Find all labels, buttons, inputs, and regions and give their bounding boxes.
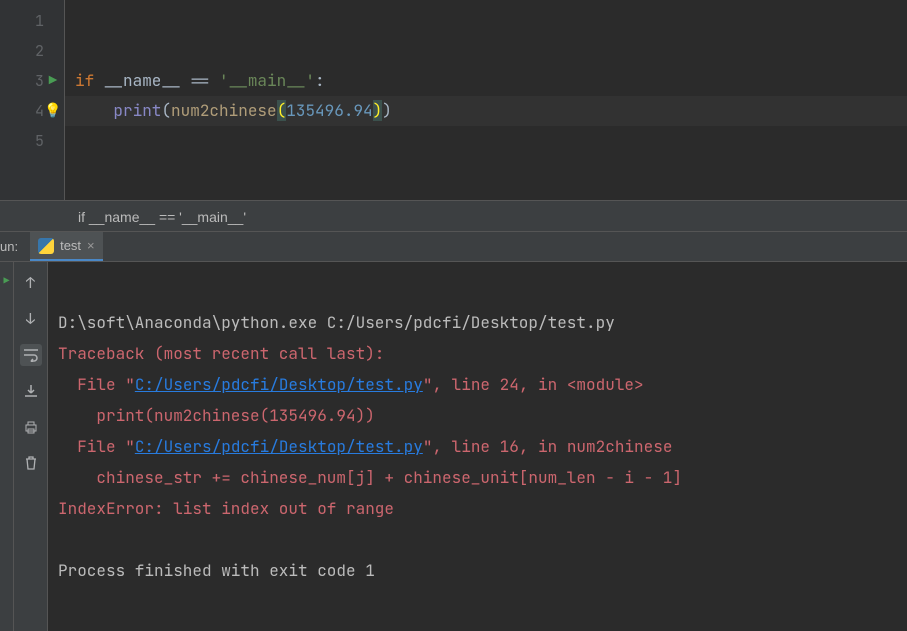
run-toolbar: ↑ ↓: [14, 262, 48, 631]
paren: (: [161, 100, 171, 121]
code-editor[interactable]: if __name__ == '__main__': print(num2chi…: [64, 0, 907, 200]
run-panel-body: ▶ ↑ ↓ D:\soft\Anaconda\python.exe C:/Use…: [0, 262, 907, 631]
run-tab[interactable]: test ×: [30, 232, 103, 261]
console-error-line: Traceback (most recent call last):: [58, 343, 384, 364]
editor-gutter: 1 2 3 4 5 ▶ 💡: [0, 0, 64, 200]
code-indent: [75, 100, 113, 121]
gutter-icons: ▶ 💡: [44, 6, 62, 126]
down-stack-button[interactable]: ↓: [20, 308, 42, 330]
file-link[interactable]: C:/Users/pdcfi/Desktop/test.py: [135, 436, 423, 457]
console-error-line: File ": [58, 436, 135, 457]
intention-bulb-icon[interactable]: 💡: [44, 96, 62, 126]
run-tab-label: test: [60, 238, 81, 253]
paren: ): [382, 100, 392, 121]
python-file-icon: [38, 238, 54, 254]
line-number: 4: [0, 96, 44, 126]
code-text: __name__: [94, 70, 190, 91]
file-link[interactable]: C:/Users/pdcfi/Desktop/test.py: [135, 374, 423, 395]
up-stack-button[interactable]: ↑: [20, 272, 42, 294]
console-error-line: IndexError: list index out of range: [58, 498, 394, 519]
close-tab-icon[interactable]: ×: [87, 238, 95, 253]
matched-paren-open: (: [277, 100, 287, 121]
function-call: num2chinese: [171, 100, 277, 121]
line-number: 2: [0, 36, 44, 66]
console-line: Process finished with exit code 1: [58, 560, 375, 581]
run-tool-window: un: test × ▶ ↑ ↓ D:\soft\Anaco: [0, 232, 907, 631]
code-line: [75, 6, 907, 36]
print-button[interactable]: [20, 416, 42, 438]
code-line: if __name__ == '__main__':: [75, 66, 907, 96]
matched-paren-close: ): [373, 100, 383, 121]
run-gutter-icon[interactable]: ▶: [44, 66, 62, 96]
console-output[interactable]: D:\soft\Anaconda\python.exe C:/Users/pdc…: [48, 262, 907, 631]
console-error-line: print(num2chinese(135496.94)): [58, 405, 375, 426]
number-literal: 135496.94: [286, 100, 372, 121]
console-line: D:\soft\Anaconda\python.exe C:/Users/pdc…: [58, 312, 615, 333]
code-line: [75, 36, 907, 66]
line-number: 3: [0, 66, 44, 96]
soft-wrap-button[interactable]: [20, 344, 42, 366]
rerun-indicator-icon[interactable]: ▶: [4, 274, 10, 287]
run-title: un:: [0, 239, 30, 254]
code-line: print(num2chinese(135496.94)): [75, 96, 907, 126]
line-number: 1: [0, 6, 44, 36]
scroll-to-end-button[interactable]: [20, 380, 42, 402]
clear-all-button[interactable]: [20, 452, 42, 474]
string-literal: '__main__': [219, 70, 315, 91]
gutter-spacer: [44, 36, 62, 66]
console-error-line: ", line 16, in num2chinese: [423, 436, 673, 457]
run-left-strip: ▶: [0, 262, 14, 631]
code-text: ==: [190, 70, 219, 91]
code-text: :: [315, 70, 325, 91]
console-error-line: ", line 24, in <module>: [423, 374, 644, 395]
console-error-line: File ": [58, 374, 135, 395]
console-error-line: chinese_str += chinese_num[j] + chinese_…: [58, 467, 682, 488]
run-header: un: test ×: [0, 232, 907, 262]
builtin-print: print: [113, 100, 161, 121]
line-number: 5: [0, 126, 44, 156]
breadcrumb-bar[interactable]: if __name__ == '__main__': [0, 200, 907, 232]
editor-area: 1 2 3 4 5 ▶ 💡 if __name__ == '__main__':…: [0, 0, 907, 200]
gutter-spacer: [44, 6, 62, 36]
keyword-if: if: [75, 70, 94, 91]
breadcrumb-item[interactable]: if __name__ == '__main__': [78, 209, 246, 225]
